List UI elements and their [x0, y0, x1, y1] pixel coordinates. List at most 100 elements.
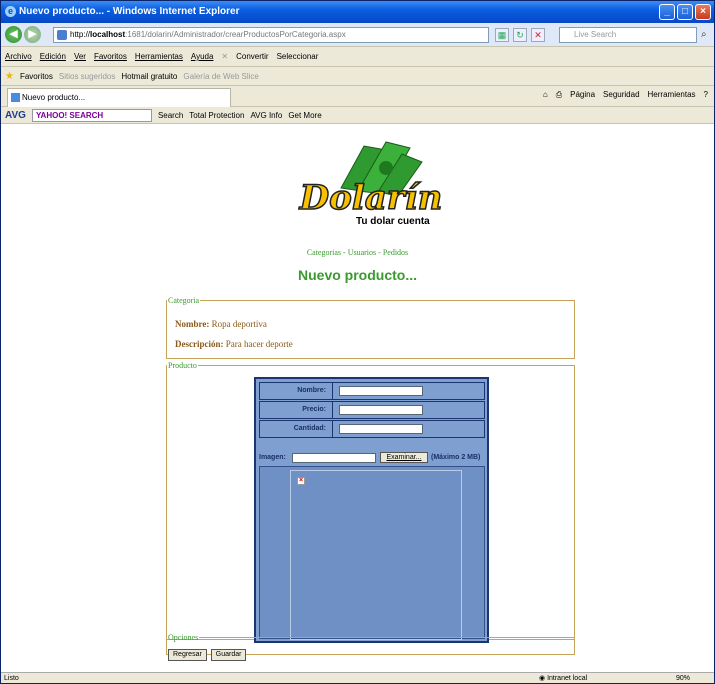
cantidad-label: Cantidad: — [260, 421, 333, 437]
nav-categorias-link[interactable]: Categorias — [307, 248, 341, 257]
ie-icon: e — [5, 6, 16, 17]
window-title: Nuevo producto... - Windows Internet Exp… — [19, 6, 240, 17]
producto-legend: Producto — [168, 361, 197, 370]
yahoo-brand: YAHOO! SEARCH — [35, 110, 104, 120]
print-icon[interactable]: ⎙ — [556, 90, 562, 100]
status-bar: Listo ◉ Intranet local 90% — [1, 672, 714, 683]
live-search-input[interactable]: Live Search — [559, 27, 697, 43]
categoria-legend: Categoria — [168, 296, 200, 305]
nombre-input[interactable] — [339, 386, 423, 396]
logo: Dolarín Tu dolar cuenta — [286, 136, 456, 234]
hotmail-link[interactable]: Hotmail gratuito — [121, 67, 177, 86]
address-bar[interactable]: http://localhost:1681/dolarin/Administra… — [53, 27, 489, 43]
maximize-button[interactable]: □ — [677, 4, 693, 20]
max-size-note: (Máximo 2 MB) — [431, 454, 481, 461]
web-slice-gallery-link[interactable]: Galería de Web Slice — [183, 67, 258, 86]
imagen-row: Imagen: Examinar... (Máximo 2 MB) — [259, 451, 485, 465]
imagen-file-input[interactable] — [292, 453, 376, 463]
forward-icon[interactable]: ▶ — [24, 26, 41, 43]
menu-ver[interactable]: Ver — [74, 47, 86, 66]
menu-bar: Archivo Edición Ver Favoritos Herramient… — [1, 47, 714, 67]
favorites-button[interactable]: Favoritos — [20, 67, 53, 86]
get-more-button[interactable]: Get More — [288, 107, 321, 124]
menu-archivo[interactable]: Archivo — [5, 47, 32, 66]
save-button[interactable]: Guardar — [210, 649, 247, 661]
suggested-sites-link[interactable]: Sitios sugeridos — [59, 67, 115, 86]
categoria-fieldset: Categoria Nombre: Ropa deportiva Descrip… — [166, 296, 575, 359]
title-bar: e Nuevo producto... - Windows Internet E… — [1, 1, 714, 23]
image-preview-frame: × — [290, 470, 462, 640]
opciones-legend: Opciones — [168, 633, 199, 642]
menu-ayuda[interactable]: Ayuda — [191, 47, 214, 66]
help-icon[interactable]: ? — [704, 90, 708, 100]
page-content: Dolarín Tu dolar cuenta Categorias - Usu… — [1, 124, 714, 672]
security-zone: ◉ Intranet local — [539, 675, 588, 682]
page-icon — [57, 30, 67, 40]
categoria-descripcion-row: Descripción: Para hacer deporte — [175, 339, 293, 349]
logo-brand: Dolarín — [299, 177, 443, 219]
total-protection-button[interactable]: Total Protection — [189, 107, 244, 124]
broken-image-icon: × — [297, 477, 305, 485]
yahoo-search-input[interactable]: YAHOO! SEARCH — [31, 108, 152, 122]
refresh-icon[interactable]: ↻ — [513, 28, 527, 42]
favorites-star-icon[interactable]: ★ — [5, 67, 14, 86]
address-path: :1681/dolarin/Administrador/crearProduct… — [125, 30, 346, 39]
browser-window: e Nuevo producto... - Windows Internet E… — [0, 0, 715, 684]
security-menu[interactable]: Seguridad — [603, 90, 639, 100]
producto-panel: Nombre: Precio: Cantidad: Imagen: Examin… — [254, 377, 489, 643]
nav-pedidos-link[interactable]: Pedidos — [383, 248, 408, 257]
cantidad-input[interactable] — [339, 424, 423, 434]
address-scheme: http:// — [70, 30, 91, 39]
convert-button[interactable]: Convertir — [236, 47, 268, 66]
page-menu[interactable]: Página — [570, 90, 595, 100]
categoria-nombre-row: Nombre: Ropa deportiva — [175, 319, 267, 329]
back-button[interactable]: Regresar — [168, 649, 207, 661]
select-button[interactable]: Seleccionar — [277, 47, 319, 66]
menu-edicion[interactable]: Edición — [40, 47, 66, 66]
image-preview-area: × — [259, 466, 485, 640]
cantidad-row: Cantidad: — [259, 420, 485, 438]
minimize-button[interactable]: _ — [659, 4, 675, 20]
categoria-nombre-label: Nombre: — [175, 319, 210, 329]
avg-info-button[interactable]: AVG Info — [250, 107, 282, 124]
close-button[interactable]: × — [695, 4, 711, 20]
logo-tagline: Tu dolar cuenta — [356, 216, 430, 227]
categoria-descripcion-value: Para hacer deporte — [225, 339, 293, 349]
nav-usuarios-link[interactable]: Usuarios — [348, 248, 376, 257]
security-zone-label: Intranet local — [547, 675, 588, 682]
opciones-fieldset: Opciones Regresar Guardar — [166, 633, 575, 661]
zoom-control[interactable]: 90% — [676, 673, 690, 683]
browse-button[interactable]: Examinar... — [380, 452, 428, 463]
menu-herramientas[interactable]: Herramientas — [135, 47, 183, 66]
precio-label: Precio: — [260, 402, 333, 418]
menu-close-icon[interactable]: ✕ — [221, 47, 228, 66]
search-icon[interactable]: ⌕ — [701, 29, 707, 40]
avg-toolbar: AVG YAHOO! SEARCH Search Total Protectio… — [1, 107, 714, 124]
menu-favoritos[interactable]: Favoritos — [94, 47, 127, 66]
home-icon[interactable]: ⌂ — [543, 90, 548, 100]
nav-links: Categorias - Usuarios - Pedidos — [1, 248, 714, 257]
address-row: ◀ ▶ http://localhost:1681/dolarin/Admini… — [1, 23, 714, 47]
producto-fieldset: Producto Nombre: Precio: Cantidad: Image… — [166, 361, 575, 643]
nombre-row: Nombre: — [259, 382, 485, 400]
favorites-bar: ★ Favoritos Sitios sugeridos Hotmail gra… — [1, 67, 714, 86]
categoria-nombre-value: Ropa deportiva — [211, 319, 267, 329]
imagen-label: Imagen: — [259, 454, 286, 461]
avg-search-button[interactable]: Search — [158, 107, 183, 124]
tab-row: Nuevo producto... ⌂ ⎙ Página Seguridad H… — [1, 86, 714, 107]
precio-row: Precio: — [259, 401, 485, 419]
command-bar: ⌂ ⎙ Página Seguridad Herramientas ? — [543, 90, 708, 100]
categoria-descripcion-label: Descripción: — [175, 339, 224, 349]
precio-input[interactable] — [339, 405, 423, 415]
status-text: Listo — [4, 675, 19, 682]
nombre-label: Nombre: — [260, 383, 333, 399]
back-icon[interactable]: ◀ — [5, 26, 22, 43]
tab-active[interactable]: Nuevo producto... — [7, 88, 231, 107]
page-title: Nuevo producto... — [298, 267, 417, 283]
compat-icon[interactable]: ▦ — [495, 28, 509, 42]
tab-title: Nuevo producto... — [22, 93, 86, 102]
avg-logo[interactable]: AVG — [5, 107, 26, 124]
tab-page-icon — [11, 93, 20, 102]
stop-icon[interactable]: ✕ — [531, 28, 545, 42]
tools-menu[interactable]: Herramientas — [648, 90, 696, 100]
